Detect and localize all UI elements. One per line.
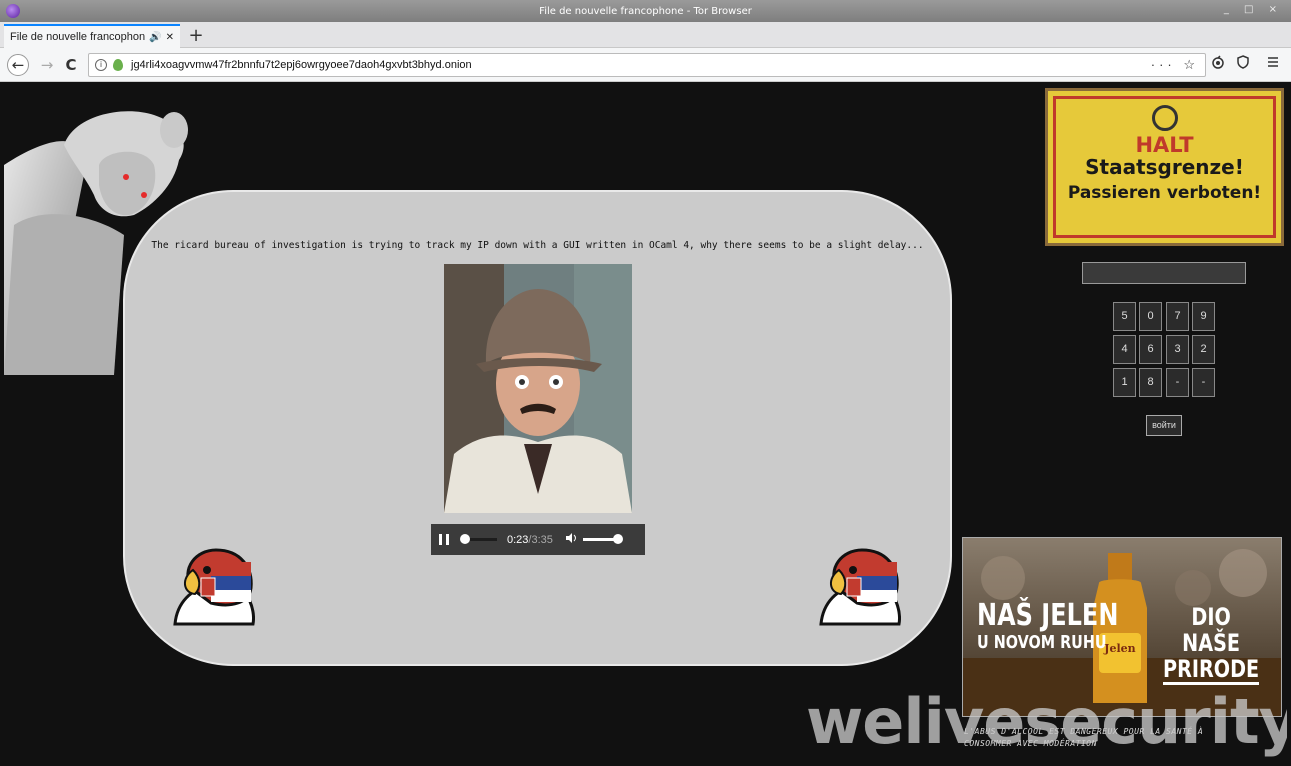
key-button[interactable]: - [1166,368,1189,397]
url-bar[interactable]: i jg4rli4xoagvvmw47fr2bnnfu7t2epj6owrgyo… [88,53,1206,77]
audio-playing-icon[interactable]: 🔊 [149,32,161,43]
halt-title: HALT [1135,133,1194,157]
reload-button[interactable]: C [60,54,82,76]
menu-icon[interactable] [1262,54,1284,76]
window-title: File de nouvelle francophone - Tor Brows… [539,5,752,17]
key-button[interactable]: 9 [1192,302,1215,331]
halt-sign-image: HALT Staatsgrenze! Passieren verboten! [1045,88,1284,246]
login-button[interactable]: войти [1146,415,1182,436]
key-button[interactable]: 3 [1166,335,1189,364]
tab-title: File de nouvelle francophone [10,31,146,43]
volume-slider[interactable] [582,534,623,544]
ad-left-text: NAŠ JELEN U NOVOM RUHU [977,600,1118,654]
parrot-right-image [819,548,901,626]
key-button[interactable]: 1 [1113,368,1136,397]
tab-active[interactable]: File de nouvelle francophone 🔊 ✕ [4,24,180,48]
ad-right-text: DIO NAŠE PRIRODE [1163,603,1260,685]
key-button[interactable]: 7 [1166,302,1189,331]
code-input[interactable] [1082,262,1246,284]
onion-icon[interactable] [113,59,123,71]
shield-icon[interactable] [1232,54,1254,76]
audio-player[interactable]: 0:23 / 3:35 [431,524,645,555]
title-bar: File de nouvelle francophone - Tor Brows… [0,0,1291,22]
url-text[interactable]: jg4rli4xoagvvmw47fr2bnnfu7t2epj6owrgyoee… [131,59,472,71]
seek-slider[interactable] [459,534,497,544]
halt-sign-border: HALT Staatsgrenze! Passieren verboten! [1053,96,1276,238]
bottle-label: Jelen [1104,642,1136,655]
halt-line-3: Passieren verboten! [1067,183,1262,203]
page-content: The ricard bureau of investigation is tr… [4,83,1287,766]
key-button[interactable]: 6 [1139,335,1162,364]
navigation-bar: ← → C i jg4rli4xoagvvmw47fr2bnnfu7t2epj6… [0,48,1291,82]
page-actions-and-bookmark-icon[interactable]: ··· ☆ [1151,57,1199,73]
ad-slogan-line-2: PRIRODE [1163,655,1260,685]
onion-circuit-icon[interactable] [1207,54,1229,76]
key-button[interactable]: 4 [1113,335,1136,364]
tab-strip: File de nouvelle francophone 🔊 ✕ + [0,22,1291,48]
tab-close-icon[interactable]: ✕ [166,32,174,43]
new-tab-button[interactable]: + [186,25,206,46]
ad-slogan-line-1: DIO NAŠE [1182,603,1241,657]
tor-browser-icon [6,4,20,18]
key-button[interactable]: 5 [1113,302,1136,331]
parrot-left-image [173,548,255,626]
emblem-icon [1151,105,1178,131]
main-panel: The ricard bureau of investigation is tr… [123,190,952,666]
forward-button[interactable]: → [36,54,58,76]
key-button[interactable]: 0 [1139,302,1162,331]
seek-handle[interactable] [459,534,470,544]
welivesecurity-watermark: welivesecurity [806,685,1287,758]
key-button[interactable]: - [1192,368,1215,397]
ad-subheadline: U NOVOM RUHU [977,632,1107,653]
total-time: 3:35 [531,533,553,546]
current-time: 0:23 [507,533,529,546]
panel-message: The ricard bureau of investigation is tr… [151,240,924,251]
halt-line-2: Staatsgrenze! [1085,155,1244,179]
detective-photo [444,264,632,513]
browser-window: File de nouvelle francophone - Tor Brows… [0,0,1291,766]
key-button[interactable]: 2 [1192,335,1215,364]
volume-icon[interactable] [565,532,577,547]
volume-handle[interactable] [612,534,623,544]
pause-icon[interactable] [439,534,449,545]
site-info-icon[interactable]: i [95,59,107,71]
window-controls[interactable]: _ □ × [1224,4,1283,15]
key-button[interactable]: 8 [1139,368,1162,397]
ad-headline: NAŠ JELEN [977,598,1119,633]
back-button[interactable]: ← [7,54,29,76]
